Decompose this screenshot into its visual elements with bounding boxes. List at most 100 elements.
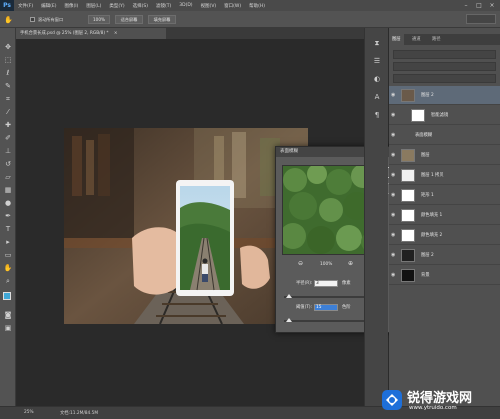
- quick-select-tool-icon[interactable]: ✎: [3, 81, 13, 91]
- lasso-tool-icon[interactable]: ℓ: [3, 68, 13, 78]
- fill-screen-button[interactable]: 填充屏幕: [148, 15, 176, 24]
- path-select-tool-icon[interactable]: ▸: [3, 237, 13, 247]
- zoom-in-icon[interactable]: ⊕: [348, 261, 353, 267]
- layer-thumbnail: [401, 249, 415, 262]
- type-tool-icon[interactable]: T: [3, 224, 13, 234]
- layer-filter-bar[interactable]: [393, 50, 496, 59]
- radius-input[interactable]: 3: [314, 280, 338, 287]
- visibility-eye-icon[interactable]: ◉: [391, 192, 395, 198]
- layer-thumbnail: [401, 149, 415, 162]
- visibility-eye-icon[interactable]: ◉: [391, 252, 395, 258]
- layer-row[interactable]: ◉ 表面模糊: [389, 126, 500, 145]
- threshold-input[interactable]: 15: [314, 304, 338, 311]
- history-panel-icon[interactable]: ⧗: [371, 38, 383, 49]
- foreground-color-swatch[interactable]: [3, 292, 11, 300]
- document-tab[interactable]: 手机合景长成.psd @ 25% (图层 2, RGB/8) * ×: [16, 28, 166, 39]
- blur-preview-image[interactable]: [282, 165, 374, 255]
- layer-name: 智能滤镜: [431, 113, 449, 118]
- fit-screen-button[interactable]: 适合屏幕: [115, 15, 143, 24]
- visibility-eye-icon[interactable]: ◉: [391, 152, 395, 158]
- menu-item[interactable]: 文件(F): [14, 3, 37, 9]
- layer-row[interactable]: ◉ 图层 2: [389, 86, 500, 105]
- visibility-eye-icon[interactable]: ◉: [391, 112, 395, 118]
- hand-tool-icon[interactable]: ✋: [3, 263, 13, 273]
- zoom-tool-icon[interactable]: ⌕: [3, 276, 13, 286]
- tab-channels[interactable]: 通道: [409, 34, 424, 45]
- radius-slider-thumb[interactable]: [285, 294, 292, 298]
- minimize-icon[interactable]: –: [460, 0, 472, 11]
- menu-item[interactable]: 滤镜(T): [152, 3, 175, 9]
- layer-thumbnail: [401, 189, 415, 202]
- hand-tool-preset-icon[interactable]: ✋: [4, 15, 14, 25]
- layer-row[interactable]: ◉ 颜色填充 1: [389, 206, 500, 225]
- move-tool-icon[interactable]: ✥: [3, 42, 13, 52]
- watermark-name: 锐得游戏网: [407, 391, 473, 406]
- menu-item[interactable]: 编辑(E): [37, 3, 60, 9]
- blend-mode-bar[interactable]: [393, 62, 496, 71]
- properties-panel-icon[interactable]: ☰: [371, 56, 383, 67]
- layer-name: 图层 2: [421, 93, 434, 98]
- blur-preview-artwork: [283, 166, 373, 254]
- layer-row[interactable]: ◉ 智能滤镜: [389, 106, 500, 125]
- menu-item[interactable]: 窗口(W): [220, 3, 245, 9]
- menu-item[interactable]: 帮助(H): [245, 3, 269, 9]
- screen-mode-icon[interactable]: ▣: [3, 323, 13, 333]
- visibility-eye-icon[interactable]: ◉: [391, 272, 395, 278]
- radius-slider[interactable]: [284, 294, 374, 298]
- adjustments-panel-icon[interactable]: ◐: [371, 74, 383, 85]
- visibility-eye-icon[interactable]: ◉: [391, 172, 395, 178]
- menu-item[interactable]: 图层(L): [82, 3, 105, 9]
- gradient-tool-icon[interactable]: ▦: [3, 185, 13, 195]
- layer-row[interactable]: ◉ 图层: [389, 146, 500, 165]
- layer-row[interactable]: ◉ 图层 1 拷贝: [389, 166, 500, 185]
- visibility-eye-icon[interactable]: ◉: [391, 212, 395, 218]
- radius-unit: 像素: [342, 281, 351, 286]
- lock-bar[interactable]: [393, 74, 496, 83]
- scroll-all-windows-checkbox[interactable]: [30, 17, 35, 22]
- canvas-image[interactable]: [64, 128, 308, 324]
- history-brush-tool-icon[interactable]: ↺: [3, 159, 13, 169]
- layer-row[interactable]: ◉ 背景: [389, 266, 500, 285]
- panel-icon-strip: ⧗ ☰ ◐ A ¶: [364, 28, 388, 406]
- menu-item[interactable]: 视图(V): [197, 3, 221, 9]
- visibility-eye-icon[interactable]: ◉: [391, 92, 395, 98]
- eyedropper-tool-icon[interactable]: ⁄: [3, 107, 13, 117]
- clone-stamp-tool-icon[interactable]: ⊥: [3, 146, 13, 156]
- threshold-slider[interactable]: [284, 318, 374, 322]
- paragraph-panel-icon[interactable]: ¶: [371, 110, 383, 121]
- quick-mask-icon[interactable]: ◙: [3, 310, 13, 320]
- menu-item[interactable]: 图像(I): [60, 3, 82, 9]
- threshold-slider-thumb[interactable]: [286, 318, 293, 322]
- maximize-icon[interactable]: □: [473, 0, 485, 11]
- eraser-tool-icon[interactable]: ▱: [3, 172, 13, 182]
- document-tab-bar: 手机合景长成.psd @ 25% (图层 2, RGB/8) * ×: [16, 28, 364, 39]
- menu-item[interactable]: 3D(D): [175, 3, 196, 9]
- menu-item[interactable]: 选择(S): [129, 3, 152, 9]
- visibility-eye-icon[interactable]: ◉: [391, 132, 395, 138]
- pen-tool-icon[interactable]: ✒: [3, 211, 13, 221]
- tab-paths[interactable]: 路径: [429, 34, 444, 45]
- brush-tool-icon[interactable]: ✐: [3, 133, 13, 143]
- dodge-tool-icon[interactable]: ●: [3, 198, 13, 208]
- zoom-100-button[interactable]: 100%: [88, 15, 110, 24]
- crop-tool-icon[interactable]: ⌗: [3, 94, 13, 104]
- healing-brush-tool-icon[interactable]: ✚: [3, 120, 13, 130]
- status-doc-info: 文档:11.2M/84.5M: [60, 411, 99, 416]
- zoom-out-icon[interactable]: ⊖: [298, 261, 303, 267]
- character-panel-icon[interactable]: A: [371, 92, 383, 103]
- close-icon[interactable]: ×: [486, 0, 498, 11]
- watermark-url: www.ytruido.com: [409, 405, 457, 411]
- layers-panel: 图层 通道 路径 ◉ 图层 2 ◉ 智能滤镜 ◉ 表面模糊 ◉ 图层 ◉ 图层 1 拷贝 ◉ 矩形 1…: [389, 28, 500, 406]
- layer-row[interactable]: ◉ 矩形 1: [389, 186, 500, 205]
- status-zoom: 25%: [24, 410, 34, 415]
- marquee-tool-icon[interactable]: ⬚: [3, 55, 13, 65]
- workspace-switcher[interactable]: [466, 14, 496, 24]
- menu-item[interactable]: 类型(Y): [105, 3, 128, 9]
- rectangle-tool-icon[interactable]: ▭: [3, 250, 13, 260]
- layer-thumbnail: [401, 269, 415, 282]
- layer-row[interactable]: ◉ 图层 2: [389, 246, 500, 265]
- tab-layers[interactable]: 图层: [389, 34, 404, 45]
- layer-row[interactable]: ◉ 颜色填充 2: [389, 226, 500, 245]
- visibility-eye-icon[interactable]: ◉: [391, 232, 395, 238]
- document-tab-close[interactable]: ×: [114, 31, 118, 36]
